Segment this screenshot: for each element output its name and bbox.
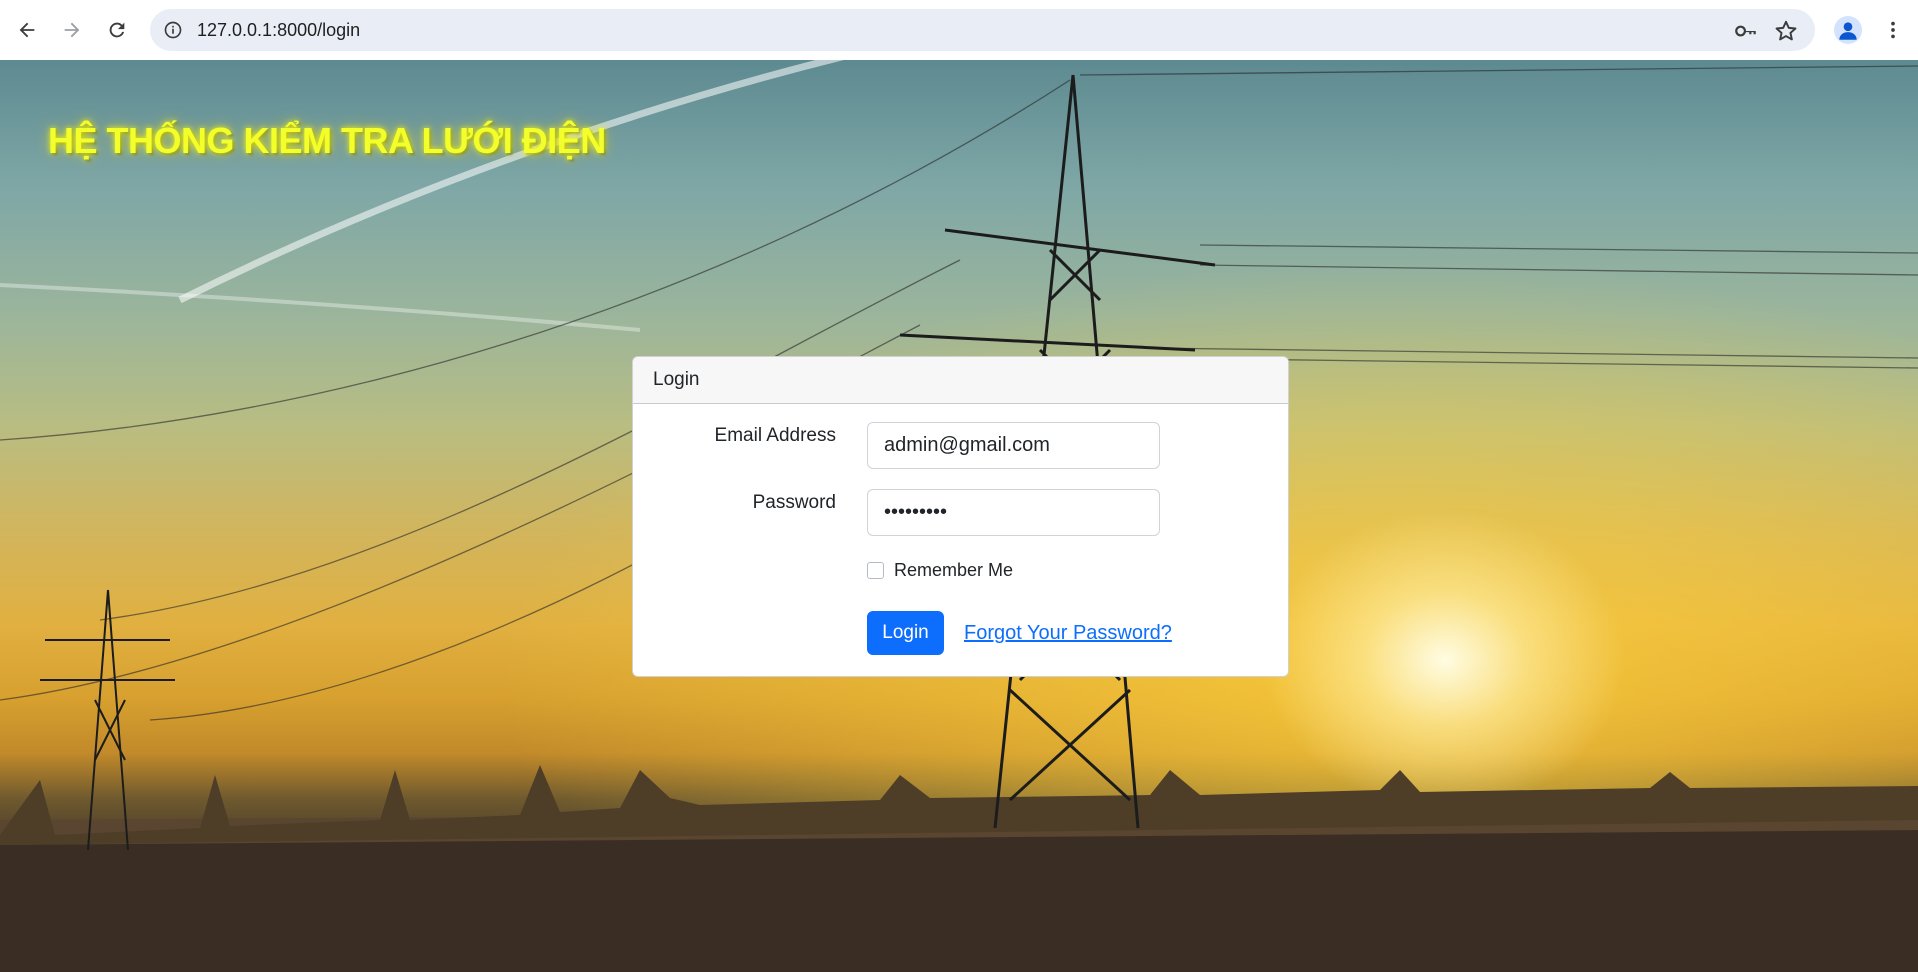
profile-button[interactable] [1830,12,1866,48]
arrow-left-icon [19,22,35,38]
card-header: Login [633,357,1288,404]
password-manager-button[interactable] [1733,18,1759,44]
forgot-password-link[interactable]: Forgot Your Password? [964,622,1172,645]
email-label: Email Address [714,425,836,446]
email-input[interactable] [867,422,1160,469]
url-text[interactable]: 127.0.0.1:8000/login [197,9,360,51]
password-label: Password [752,492,836,513]
password-input[interactable] [867,489,1160,536]
star-icon [1775,20,1797,41]
info-icon [164,21,182,39]
forward-button[interactable] [54,12,90,48]
remember-me-label[interactable]: Remember Me [894,560,1013,581]
browser-toolbar: 127.0.0.1:8000/login [0,0,1918,60]
avatar [1834,16,1862,44]
page-title: HỆ THỐNG KIỂM TRA LƯỚI ĐIỆN [48,120,606,161]
kebab-menu-icon [1891,21,1895,39]
bookmark-button[interactable] [1773,18,1799,44]
key-icon [1735,25,1756,37]
login-button[interactable]: Login [867,611,944,655]
login-page: HỆ THỐNG KIỂM TRA LƯỚI ĐIỆN Login Email … [0,60,1918,972]
address-bar[interactable]: 127.0.0.1:8000/login [150,9,1815,51]
reload-button[interactable] [99,12,135,48]
browser-menu-button[interactable] [1876,12,1910,48]
login-card: Login Email Address Password Remember Me… [632,356,1289,677]
arrow-right-icon [64,22,80,38]
remember-me-group[interactable]: Remember Me [867,560,1013,581]
back-button[interactable] [9,12,45,48]
remember-me-checkbox[interactable] [867,562,884,579]
site-info-button[interactable] [160,17,186,43]
person-icon [1839,22,1857,40]
reload-icon [109,22,125,38]
